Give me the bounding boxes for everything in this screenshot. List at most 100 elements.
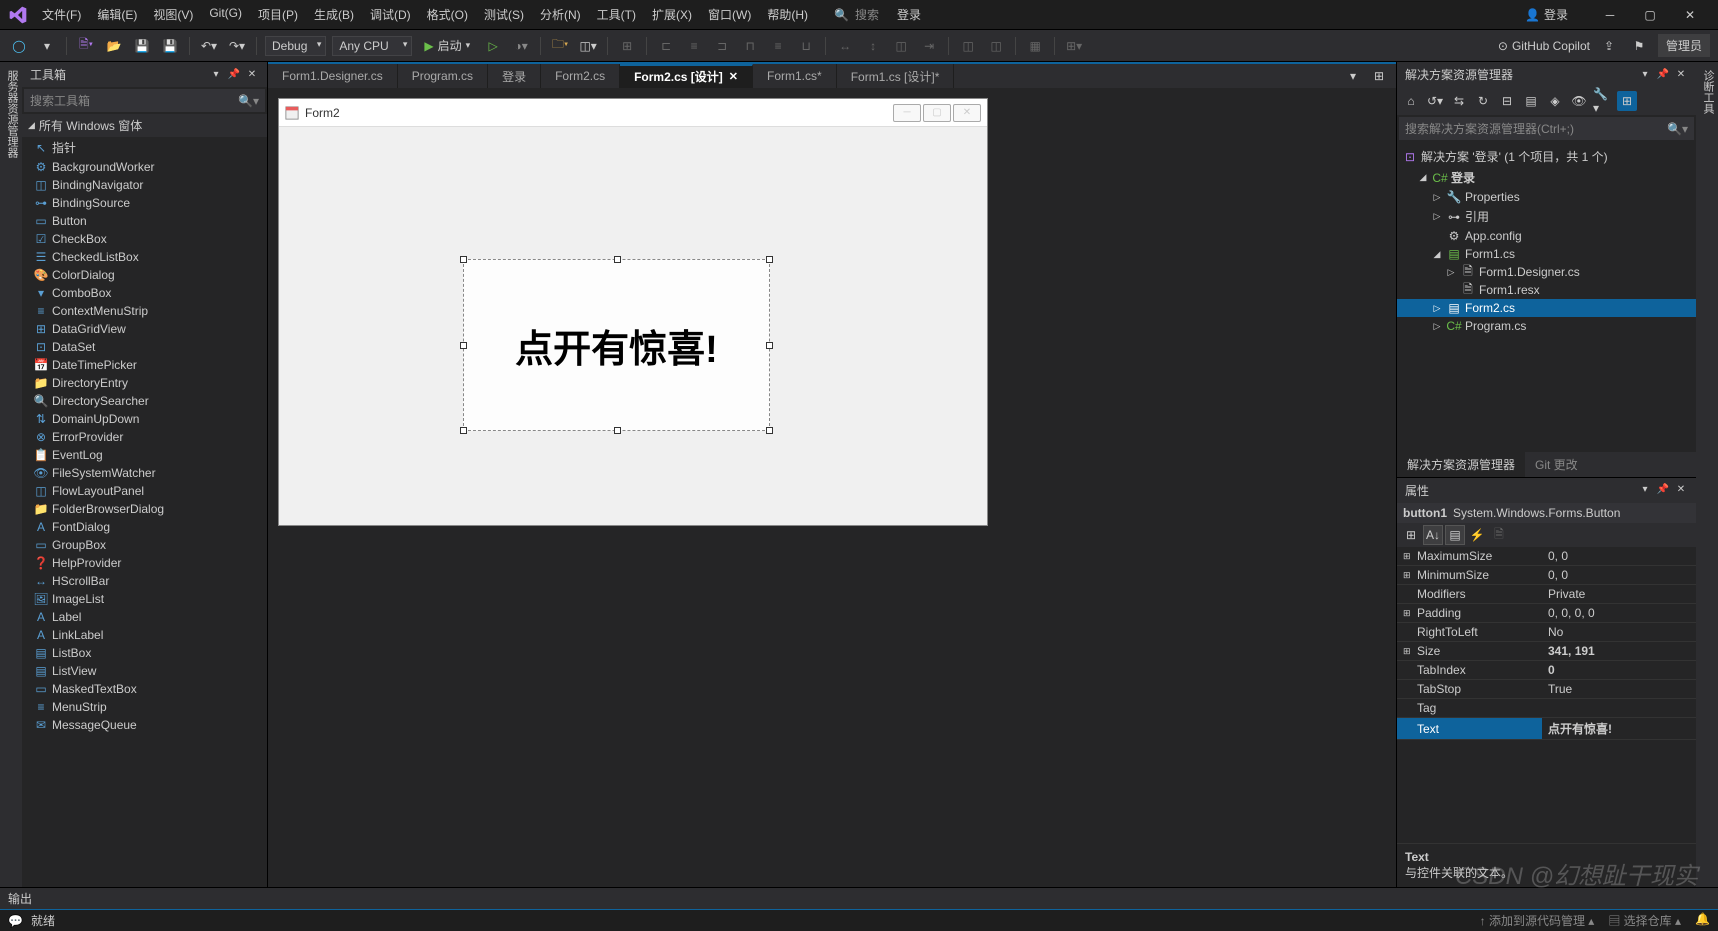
toolbox-item[interactable]: 📁DirectoryEntry	[22, 374, 267, 392]
property-row[interactable]: ⊞MinimumSize0, 0	[1397, 566, 1696, 585]
toolbox-item[interactable]: 👁FileSystemWatcher	[22, 464, 267, 482]
toolbox-item[interactable]: ◫FlowLayoutPanel	[22, 482, 267, 500]
resize-handle[interactable]	[766, 342, 773, 349]
property-row[interactable]: TabIndex0	[1397, 661, 1696, 680]
toolbox-item[interactable]: ALabel	[22, 608, 267, 626]
toolbox-item[interactable]: ⊗ErrorProvider	[22, 428, 267, 446]
close-tab-icon[interactable]: ✕	[729, 70, 738, 83]
tab-split-icon[interactable]: ⊞	[1368, 65, 1390, 87]
align-left-button[interactable]: ⊏	[655, 35, 677, 57]
resize-handle[interactable]	[766, 427, 773, 434]
file-node[interactable]: 🗎Form1.resx	[1397, 281, 1696, 299]
platform-dropdown[interactable]: Any CPU	[332, 36, 412, 56]
toolbox-item[interactable]: ▤ListBox	[22, 644, 267, 662]
align-bottom-button[interactable]: ⊔	[795, 35, 817, 57]
output-tab[interactable]: 输出	[0, 887, 1718, 909]
close-icon[interactable]: ✕	[1674, 68, 1688, 82]
property-value[interactable]: No	[1542, 623, 1696, 641]
menu-item[interactable]: 分析(N)	[534, 2, 587, 27]
property-row[interactable]: ModifiersPrivate	[1397, 585, 1696, 604]
property-row[interactable]: Tag	[1397, 699, 1696, 718]
expand-icon[interactable]: ▷	[1431, 192, 1443, 203]
menu-item[interactable]: Git(G)	[203, 2, 248, 27]
home-icon[interactable]: ⌂	[1401, 91, 1421, 111]
expand-icon[interactable]: ⊞	[1403, 646, 1413, 657]
menu-item[interactable]: 帮助(H)	[761, 2, 814, 27]
toolbox-item[interactable]: 🔍DirectorySearcher	[22, 392, 267, 410]
properties-node[interactable]: ▷🔧Properties	[1397, 188, 1696, 206]
toolbox-item[interactable]: ⊡DataSet	[22, 338, 267, 356]
file-node[interactable]: ▷▤Form2.cs	[1397, 299, 1696, 317]
property-value[interactable]: 341, 191	[1542, 642, 1696, 660]
references-node[interactable]: ▷⊶引用	[1397, 206, 1696, 227]
tab-order-button[interactable]: ⊞▾	[1063, 35, 1085, 57]
file-node[interactable]: ▷C#Program.cs	[1397, 317, 1696, 335]
editor-tab[interactable]: Form2.cs	[541, 64, 620, 88]
property-value[interactable]: 0, 0	[1542, 547, 1696, 565]
file-node[interactable]: ▷🗎Form1.Designer.cs	[1397, 263, 1696, 281]
login-icon[interactable]: 👤 登录	[1525, 6, 1568, 23]
property-value[interactable]: 0, 0	[1542, 566, 1696, 584]
minimize-button[interactable]: ─	[1590, 1, 1630, 29]
property-row[interactable]: ⊞MaximumSize0, 0	[1397, 547, 1696, 566]
collapse-icon[interactable]: ⊟	[1497, 91, 1517, 111]
property-row[interactable]: RightToLeftNo	[1397, 623, 1696, 642]
toolbox-item[interactable]: ▭Button	[22, 212, 267, 230]
expand-icon[interactable]: ⊞	[1403, 570, 1413, 581]
server-explorer-tab[interactable]: 服务器资源管理器	[0, 62, 22, 887]
project-node[interactable]: ◢C#登录	[1397, 167, 1696, 188]
events-icon[interactable]: ⚡	[1467, 525, 1487, 545]
start-nodebug-button[interactable]: ▷	[482, 35, 504, 57]
preview-icon[interactable]: 👁	[1569, 91, 1589, 111]
dropdown-icon[interactable]: ▾	[1638, 68, 1652, 82]
toolbox-item[interactable]: ✉MessageQueue	[22, 716, 267, 734]
toolbox-section[interactable]: ◢ 所有 Windows 窗体	[22, 114, 267, 137]
toolbox-item[interactable]: ☰CheckedListBox	[22, 248, 267, 266]
spacing-h-button[interactable]: ↔	[834, 35, 856, 57]
same-size-button[interactable]: ◫	[890, 35, 912, 57]
editor-tab[interactable]: Form2.cs [设计]✕	[620, 64, 753, 88]
pin-icon[interactable]: 📌	[1656, 482, 1670, 496]
spacing-v-button[interactable]: ↕	[862, 35, 884, 57]
design-surface[interactable]: Form2 ─ ▢ ✕ 点开有惊喜!	[268, 88, 1396, 887]
menu-item[interactable]: 调试(D)	[364, 2, 417, 27]
editor-tab[interactable]: 登录	[488, 64, 541, 88]
align-center-button[interactable]: ≡	[683, 35, 705, 57]
categorized-icon[interactable]: ⊞	[1401, 525, 1421, 545]
solution-search[interactable]: 搜索解决方案资源管理器(Ctrl+;) 🔍▾	[1399, 117, 1694, 140]
property-value[interactable]: True	[1542, 680, 1696, 698]
toolbox-item[interactable]: ▭MaskedTextBox	[22, 680, 267, 698]
file-node[interactable]: ⚙App.config	[1397, 227, 1696, 245]
button-control[interactable]: 点开有惊喜!	[463, 259, 770, 431]
sync-icon[interactable]: ⇆	[1449, 91, 1469, 111]
expand-icon[interactable]: ▷	[1431, 321, 1443, 332]
file-node[interactable]: ◢▤Form1.cs	[1397, 245, 1696, 263]
inc-spacing-button[interactable]: ⇥	[918, 35, 940, 57]
save-all-button[interactable]: 💾	[159, 35, 181, 57]
chat-icon[interactable]: 💬	[8, 914, 23, 928]
editor-tab[interactable]: Form1.Designer.cs	[268, 64, 398, 88]
toolbox-item[interactable]: 📋EventLog	[22, 446, 267, 464]
property-value[interactable]: 点开有惊喜!	[1542, 718, 1696, 739]
toolbox-item[interactable]: ⇅DomainUpDown	[22, 410, 267, 428]
toolbox-item[interactable]: ▤ListView	[22, 662, 267, 680]
align-right-button[interactable]: ⊐	[711, 35, 733, 57]
solution-tab[interactable]: 解决方案资源管理器	[1397, 452, 1525, 477]
select-repo-button[interactable]: ▤ 选择仓库 ▴	[1608, 912, 1681, 929]
pin-icon[interactable]: 📌	[1656, 68, 1670, 82]
expand-icon[interactable]: ▷	[1431, 303, 1443, 314]
wrench-icon[interactable]: 🔧▾	[1593, 91, 1613, 111]
toolbox-item[interactable]: ⚙BackgroundWorker	[22, 158, 267, 176]
toolbox-item[interactable]: ▾ComboBox	[22, 284, 267, 302]
global-search[interactable]: 🔍 搜索	[834, 6, 879, 23]
toolbox-item[interactable]: ⊶BindingSource	[22, 194, 267, 212]
redo-button[interactable]: ↷▾	[226, 35, 248, 57]
align-grid-button[interactable]: ⊞	[616, 35, 638, 57]
refresh-icon[interactable]: ↻	[1473, 91, 1493, 111]
expand-icon[interactable]: ◢	[1417, 172, 1429, 183]
toolbox-item[interactable]: ⊞DataGridView	[22, 320, 267, 338]
back-icon[interactable]: ↺▾	[1425, 91, 1445, 111]
layout-button[interactable]: ◫▾	[577, 35, 599, 57]
resize-handle[interactable]	[614, 256, 621, 263]
notifications-icon[interactable]: 🔔	[1695, 912, 1710, 929]
